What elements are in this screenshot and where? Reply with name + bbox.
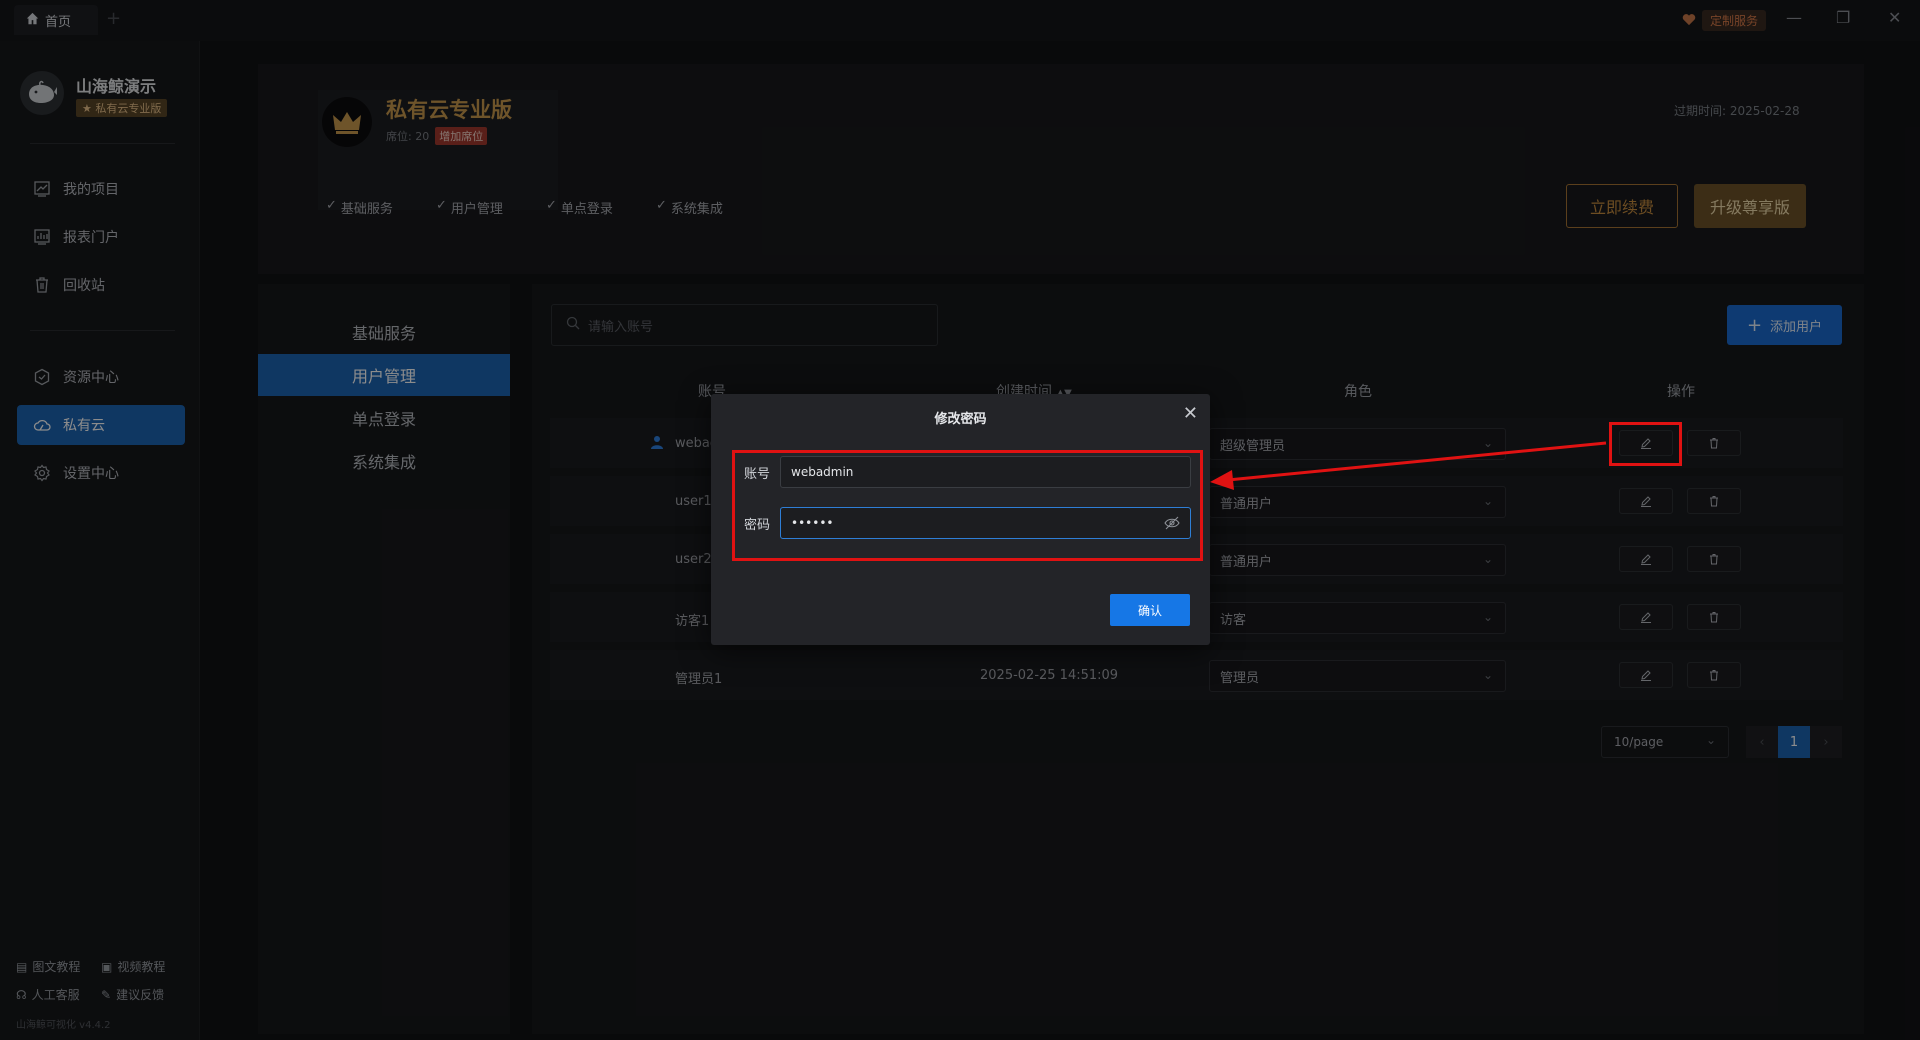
annotation-arrow xyxy=(1210,441,1607,490)
